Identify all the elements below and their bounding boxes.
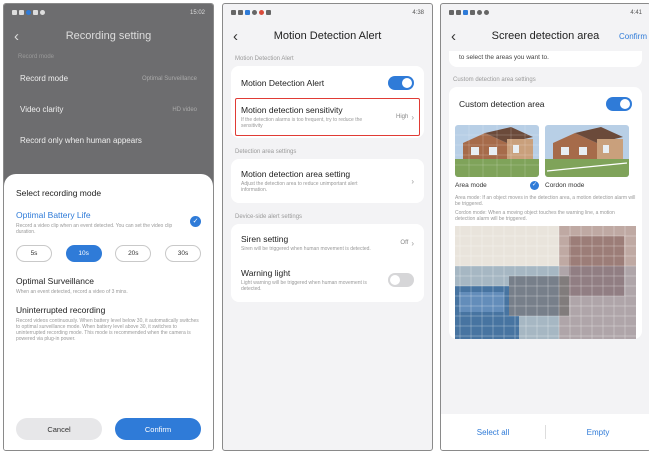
alert-toggle[interactable]: [388, 76, 414, 90]
cordon-mode-label: Cordon mode: [545, 182, 585, 189]
check-icon: ✓: [190, 216, 201, 227]
sensitivity-value: High: [395, 114, 409, 120]
cancel-button[interactable]: Cancel: [16, 418, 102, 440]
status-icons: [449, 10, 489, 15]
siren-value: Off: [400, 240, 409, 246]
siren-row[interactable]: Siren setting Siren will be triggered wh…: [241, 226, 414, 260]
area-mode-desc: Area mode: If an object moves in the det…: [455, 195, 636, 207]
duration-30s[interactable]: 30s: [164, 245, 201, 262]
instruction-text: to select the areas you want to.: [449, 51, 642, 67]
row-title: Motion detection area setting: [241, 169, 351, 179]
option-desc: Record videos continuously. When battery…: [16, 318, 199, 342]
camera-grid-view[interactable]: [455, 226, 636, 339]
row-title: Motion Detection Alert: [241, 78, 325, 88]
chevron-right-icon: ›: [411, 176, 414, 186]
back-arrow-icon[interactable]: ‹: [233, 28, 249, 45]
phone-screen-detection-area: 4:41 ‹ Screen detection area Confirm to …: [440, 3, 649, 451]
cordon-mode-desc: Cordon mode: When a moving object touche…: [455, 210, 615, 222]
header: ‹ Recording setting: [4, 21, 213, 51]
status-icons: [12, 10, 45, 15]
confirm-button[interactable]: Confirm: [115, 418, 201, 440]
status-time: 15:02: [189, 9, 205, 16]
header: ‹ Motion Detection Alert: [223, 21, 432, 51]
alert-toggle-row: Motion Detection Alert: [241, 68, 414, 98]
duration-10s[interactable]: 10s: [65, 245, 102, 262]
row-value: Optimal Surveillance: [141, 75, 197, 82]
row-desc: Siren will be triggered when human movem…: [241, 246, 371, 252]
option-title: Uninterrupted recording: [16, 305, 106, 315]
human-record-row[interactable]: Record only when human appears: [4, 125, 213, 156]
row-title: Motion detection sensitivity: [241, 105, 343, 115]
duration-20s[interactable]: 20s: [115, 245, 152, 262]
header: ‹ Screen detection area Confirm: [441, 21, 649, 51]
row-value: HD video: [172, 106, 197, 113]
status-time: 4:41: [630, 9, 642, 16]
chevron-right-icon: ›: [411, 112, 414, 122]
mode-labels: Area mode ✓ Cordon mode: [455, 181, 636, 190]
check-icon: ✓: [530, 181, 539, 190]
sheet-title: Select recording mode: [16, 188, 102, 198]
option-surveillance[interactable]: Optimal Surveillance When an event detec…: [16, 276, 201, 295]
area-mode-label: Area mode: [455, 182, 487, 189]
status-bar: 4:41: [441, 4, 649, 21]
row-label: Record mode: [20, 74, 69, 83]
section-label: Detection area settings: [235, 149, 297, 155]
duration-selector: 5s 10s 20s 30s: [16, 245, 201, 262]
area-setting-row[interactable]: Motion detection area setting Adjust the…: [241, 161, 414, 201]
row-desc: Adjust the detection area to reduce unim…: [241, 181, 358, 193]
status-bar: 4:38: [223, 4, 432, 21]
status-icons: [231, 10, 271, 15]
option-title: Optimal Battery Life: [16, 210, 91, 220]
custom-area-row: Custom detection area: [455, 89, 636, 119]
row-label: Record only when human appears: [20, 136, 142, 145]
chevron-right-icon: ›: [411, 238, 414, 248]
phone-recording-setting: 15:02 ‹ Recording setting Record mode Re…: [3, 3, 214, 451]
section-label: Motion Detection Alert: [235, 56, 294, 62]
phone-motion-alert: 4:38 ‹ Motion Detection Alert Motion Det…: [222, 3, 433, 451]
row-label: Video clarity: [20, 105, 64, 114]
row-desc: Light warning will be triggered when hum…: [241, 280, 367, 292]
row-title: Custom detection area: [459, 99, 545, 109]
bottom-actions: Select all Empty: [441, 414, 649, 450]
device-alert-card: Siren setting Siren will be triggered wh…: [231, 224, 424, 302]
row-title: Siren setting: [241, 234, 289, 244]
status-bar: 15:02: [4, 4, 213, 21]
alert-card: Motion Detection Alert Motion detection …: [231, 66, 424, 138]
section-label: Device-side alert settings: [235, 214, 303, 220]
option-desc: When an event detected, record a video o…: [16, 289, 128, 295]
confirm-link[interactable]: Confirm: [619, 32, 647, 41]
warning-light-toggle[interactable]: [388, 273, 414, 287]
area-mode-preview[interactable]: [455, 125, 539, 177]
custom-area-toggle[interactable]: [606, 97, 632, 111]
option-title: Optimal Surveillance: [16, 276, 94, 286]
area-card: Motion detection area setting Adjust the…: [231, 159, 424, 203]
mode-previews: [455, 125, 636, 177]
cordon-mode-preview[interactable]: [545, 125, 629, 177]
option-battery-life[interactable]: Optimal Battery Life Record a video clip…: [16, 210, 201, 235]
option-uninterrupted[interactable]: Uninterrupted recording Record videos co…: [16, 305, 201, 342]
section-label: Record mode: [18, 54, 55, 60]
row-desc: If the detection alarms is too frequent,…: [241, 117, 363, 129]
back-arrow-icon[interactable]: ‹: [14, 28, 30, 45]
back-arrow-icon[interactable]: ‹: [451, 28, 467, 45]
sensitivity-row[interactable]: Motion detection sensitivity If the dete…: [235, 98, 420, 136]
empty-button[interactable]: Empty: [546, 428, 649, 437]
custom-area-card: Custom detection area Area mode ✓ Cordon…: [449, 87, 642, 339]
select-all-button[interactable]: Select all: [441, 428, 545, 437]
row-title: Warning light: [241, 268, 291, 278]
status-time: 4:38: [412, 9, 424, 16]
section-label: Custom detection area settings: [453, 77, 536, 83]
page-title: Recording setting: [65, 30, 152, 42]
video-clarity-row[interactable]: Video clarity HD video: [4, 94, 213, 125]
option-desc: Record a video clip when an event detect…: [16, 223, 173, 235]
recording-mode-sheet: Select recording mode Optimal Battery Li…: [4, 174, 213, 450]
record-mode-row[interactable]: Record mode Optimal Surveillance: [4, 63, 213, 94]
duration-5s[interactable]: 5s: [16, 245, 52, 262]
warning-light-row: Warning light Light warning will be trig…: [241, 260, 414, 300]
page-title: Screen detection area: [491, 30, 600, 42]
dimmed-background: ‹ Recording setting Record mode Record m…: [4, 21, 213, 196]
page-title: Motion Detection Alert: [273, 30, 382, 42]
sheet-buttons: Cancel Confirm: [16, 418, 201, 440]
